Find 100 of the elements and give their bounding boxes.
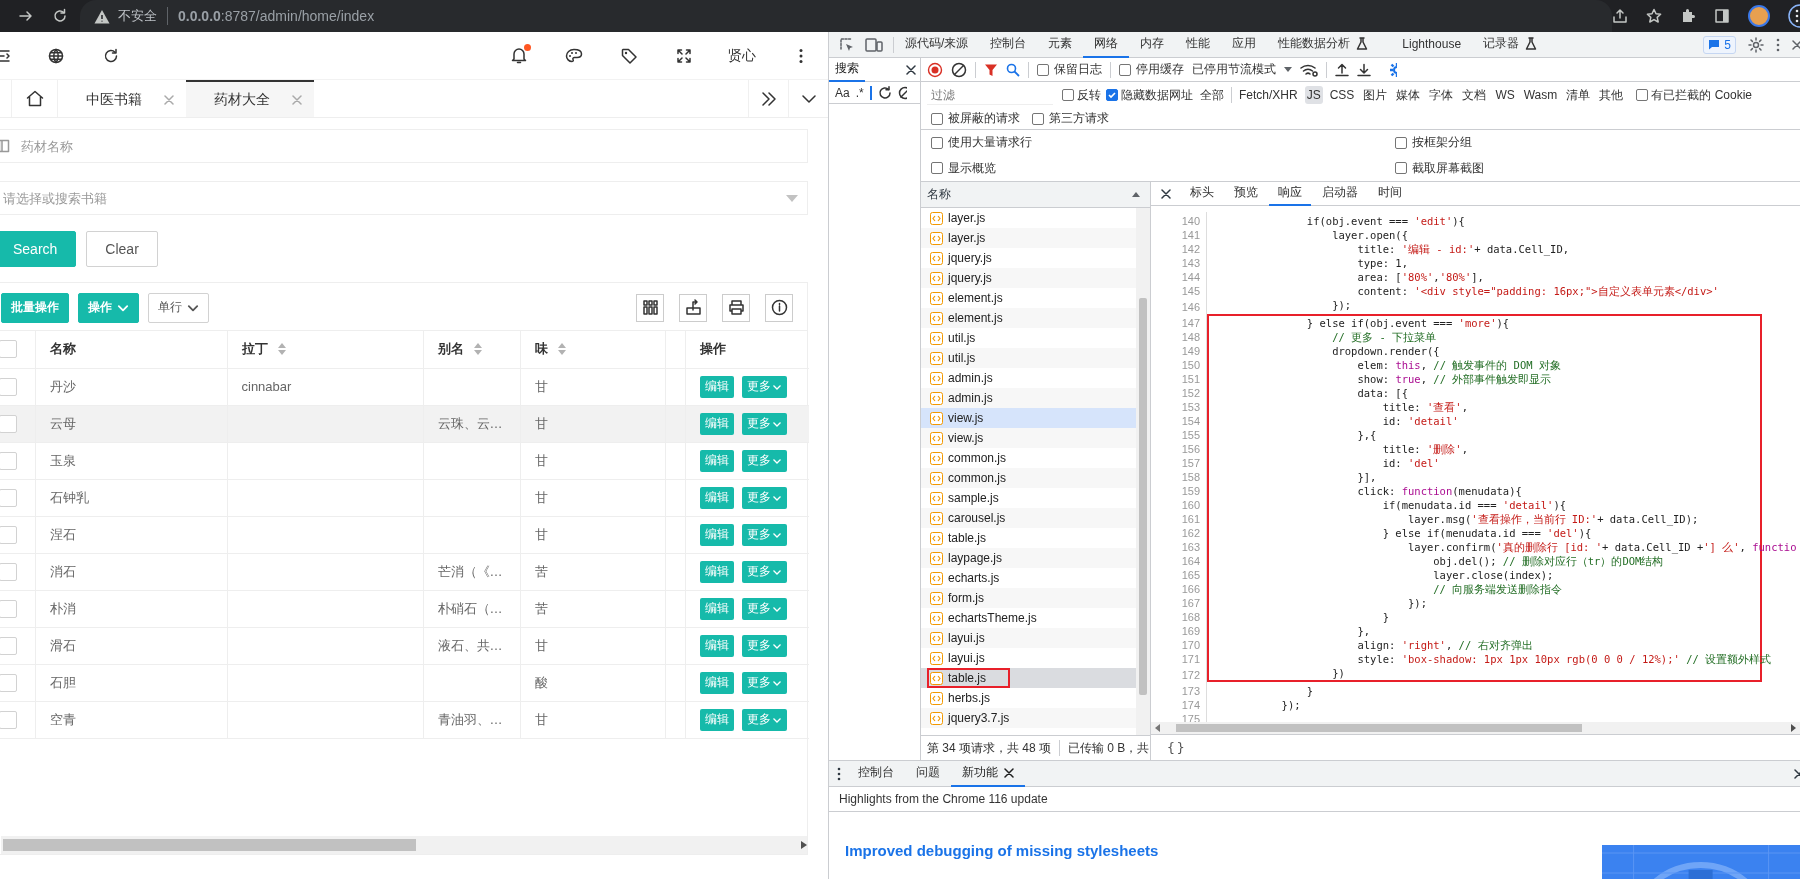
request-row[interactable]: view.js <box>921 408 1136 428</box>
toolbar-icon-button[interactable] <box>722 293 750 322</box>
request-row[interactable]: echarts.js <box>921 568 1136 588</box>
record-icon[interactable] <box>927 61 943 78</box>
user-name[interactable]: 贤心 <box>711 46 773 65</box>
request-row[interactable]: jquery.js <box>921 248 1136 268</box>
tag-icon[interactable] <box>620 47 637 64</box>
cancel-icon[interactable] <box>897 85 907 100</box>
scrollbar-thumb[interactable] <box>1139 298 1147 695</box>
request-row[interactable]: layer.js <box>921 208 1136 228</box>
request-row[interactable]: admin.js <box>921 388 1136 408</box>
search-tab[interactable]: 搜索 <box>829 58 865 82</box>
throttling-select[interactable]: 已停用节流模式 <box>1192 61 1276 78</box>
panel-tab[interactable]: 元素 <box>1037 32 1084 58</box>
double-chevron-icon[interactable] <box>760 91 777 106</box>
drawer-tab[interactable]: 问题 <box>905 760 951 787</box>
request-row[interactable]: layui.js <box>921 628 1136 648</box>
request-row[interactable]: table.js <box>921 668 1136 688</box>
more-icon[interactable] <box>837 766 841 781</box>
page-tab[interactable]: 中医书籍 <box>58 80 186 117</box>
checkbox[interactable] <box>931 136 943 149</box>
filter-type-button[interactable]: Fetch/XHR <box>1237 86 1300 104</box>
checkbox[interactable] <box>1062 89 1074 101</box>
search-icon[interactable] <box>1006 62 1020 77</box>
scrollbar-thumb[interactable] <box>3 839 416 851</box>
forward-arrow-icon[interactable] <box>18 8 34 24</box>
filter-type-button[interactable]: 全部 <box>1198 84 1226 106</box>
panel-tab[interactable]: 记录器 <box>1472 32 1549 58</box>
panel-tab[interactable]: Lighthouse <box>1391 32 1473 58</box>
detail-tab[interactable]: 响应 <box>1269 182 1311 206</box>
request-row[interactable]: carousel.js <box>921 508 1136 528</box>
clear-icon[interactable] <box>951 61 967 78</box>
request-row[interactable]: herbs.js <box>921 688 1136 708</box>
refresh-icon[interactable] <box>102 47 119 64</box>
checkbox[interactable] <box>1037 63 1049 76</box>
sort-ascending-icon[interactable] <box>1132 192 1140 197</box>
issues-badge[interactable]: 5 <box>1703 35 1736 54</box>
search-option-button[interactable]: .* <box>855 85 864 100</box>
request-row[interactable]: layui.js <box>921 648 1136 668</box>
filter-icon[interactable] <box>984 62 998 77</box>
request-row[interactable]: jquery.js <box>921 268 1136 288</box>
text-field[interactable]: 药材名称 <box>0 129 808 163</box>
detail-tab[interactable]: 启动器 <box>1313 182 1367 206</box>
request-row[interactable]: layer.js <box>921 228 1136 248</box>
request-row[interactable]: util.js <box>921 328 1136 348</box>
avatar[interactable] <box>1748 5 1770 27</box>
filter-type-button[interactable]: 字体 <box>1427 84 1456 106</box>
panel-tab[interactable]: 内存 <box>1129 32 1176 58</box>
drawer-tab[interactable]: 新功能 <box>951 760 1025 787</box>
close-icon[interactable] <box>906 64 916 75</box>
toolbar-icon-button[interactable] <box>679 293 707 322</box>
filter-type-button[interactable]: 媒体 <box>1394 84 1423 106</box>
upload-icon[interactable] <box>1335 62 1349 77</box>
request-row[interactable]: element.js <box>921 308 1136 328</box>
dropdown-button[interactable]: 单行 <box>148 292 209 323</box>
filter-type-button[interactable]: 其他 <box>1597 84 1626 106</box>
panel-tab[interactable]: 性能数据分析 <box>1267 32 1380 58</box>
checkbox[interactable] <box>1636 89 1649 101</box>
select-field[interactable]: 请选择或搜索书籍 <box>0 181 808 215</box>
request-row[interactable]: echartsTheme.js <box>921 608 1136 628</box>
detail-tab[interactable]: 时间 <box>1369 182 1411 206</box>
request-row[interactable]: form.js <box>921 588 1136 608</box>
toolbar-icon-button[interactable] <box>636 293 664 322</box>
share-icon[interactable] <box>1612 8 1628 24</box>
chevron-down-icon[interactable] <box>801 94 816 103</box>
drawer-tab[interactable]: 控制台 <box>847 760 905 787</box>
puzzle-icon[interactable] <box>1680 8 1696 24</box>
menu-icon[interactable] <box>1788 4 1800 28</box>
scroll-right-icon[interactable] <box>801 841 807 849</box>
home-icon[interactable] <box>25 90 44 107</box>
checkbox[interactable] <box>931 112 943 125</box>
request-row[interactable]: sample.js <box>921 488 1136 508</box>
close-icon[interactable] <box>1004 767 1014 778</box>
checkbox[interactable] <box>1395 136 1407 149</box>
pretty-print-button[interactable]: {} <box>1161 739 1193 756</box>
page-tab[interactable]: 药材大全 <box>186 80 314 117</box>
checkbox[interactable] <box>931 162 943 175</box>
panel-tab[interactable]: 网络 <box>1083 32 1130 58</box>
fullscreen-icon[interactable] <box>676 48 691 63</box>
request-row[interactable]: element.js <box>921 288 1136 308</box>
request-row[interactable]: common.js <box>921 448 1136 468</box>
filter-type-button[interactable]: JS <box>1304 86 1323 104</box>
panel-tab[interactable]: 源代码/来源 <box>894 32 980 58</box>
panel-tab[interactable]: 应用 <box>1221 32 1268 58</box>
refresh-icon[interactable] <box>877 85 892 100</box>
panel-tab[interactable]: 性能 <box>1175 32 1222 58</box>
request-row[interactable]: common.js <box>921 468 1136 488</box>
globe-icon[interactable] <box>47 47 64 64</box>
toolbar-icon-button[interactable] <box>765 293 793 322</box>
request-row[interactable]: view.js <box>921 428 1136 448</box>
bell-icon[interactable] <box>510 47 527 64</box>
search-option-button[interactable]: Aa <box>835 85 850 100</box>
checkbox[interactable] <box>1119 63 1131 76</box>
more-icon[interactable] <box>1776 37 1780 52</box>
palette-icon[interactable] <box>564 47 583 64</box>
filter-type-button[interactable]: WS <box>1493 86 1517 104</box>
checkbox[interactable] <box>1032 112 1044 125</box>
more-icon[interactable] <box>798 47 803 64</box>
checkbox[interactable] <box>1395 162 1407 175</box>
filter-type-button[interactable]: CSS <box>1327 86 1357 104</box>
